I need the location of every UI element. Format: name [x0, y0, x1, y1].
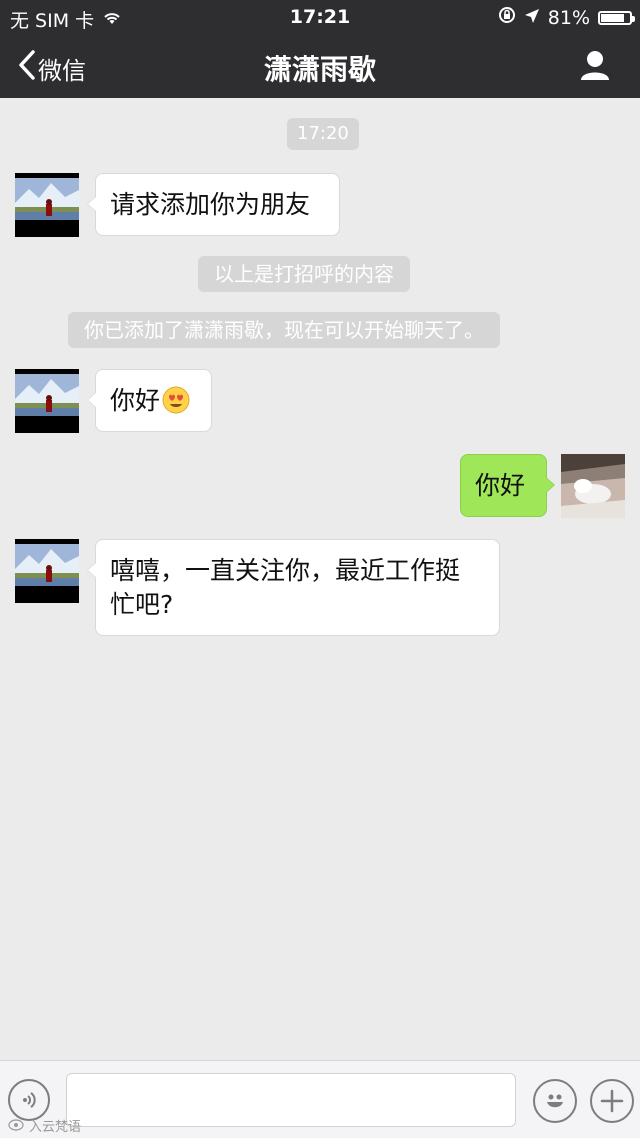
- message-text-line: 忙吧?: [110, 590, 174, 619]
- message-text-line: 嘻嘻，一直关注你，最近工作挺: [110, 556, 461, 585]
- system-message: 以上是打招呼的内容: [198, 256, 410, 292]
- message-text: 你好: [475, 471, 526, 500]
- timestamp: 17:20: [287, 118, 359, 150]
- status-bar: 无 SIM 卡 17:21 81%: [0, 0, 640, 34]
- watermark-text: 入云梵语: [29, 1120, 82, 1135]
- emoji-icon[interactable]: [533, 1079, 577, 1123]
- contact-avatar[interactable]: [15, 369, 79, 433]
- message-text: 请求添加你为朋友: [110, 190, 311, 219]
- voice-icon[interactable]: [8, 1079, 50, 1121]
- watermark: 入云梵语: [8, 1116, 81, 1135]
- user-profile-icon[interactable]: [578, 48, 612, 82]
- system-message: 你已添加了潇潇雨歇，现在可以开始聊天了。: [68, 312, 500, 348]
- my-avatar[interactable]: [561, 454, 625, 518]
- message-bubble-received[interactable]: 嘻嘻，一直关注你，最近工作挺 忙吧?: [87, 539, 500, 636]
- message-text: 你好: [110, 386, 161, 415]
- status-right: 81%: [498, 6, 635, 29]
- smiling-heart-eyes-emoji-icon: [162, 386, 190, 414]
- plus-icon[interactable]: [590, 1079, 634, 1123]
- message-bubble-received[interactable]: 你好: [87, 369, 212, 432]
- location-arrow-icon: [524, 7, 540, 29]
- message-bubble-received[interactable]: 请求添加你为朋友: [87, 173, 340, 236]
- contact-avatar[interactable]: [15, 539, 79, 603]
- orientation-lock-icon: [498, 6, 516, 29]
- message-input[interactable]: [66, 1073, 516, 1127]
- page-title: 潇潇雨歇: [263, 53, 376, 86]
- nav-bar: 微信 潇潇雨歇: [0, 34, 640, 98]
- battery-icon: [598, 10, 635, 25]
- contact-avatar[interactable]: [15, 173, 79, 237]
- battery-text: 81%: [547, 6, 590, 29]
- weibo-logo-icon: [8, 1117, 26, 1135]
- message-bubble-sent[interactable]: 你好: [460, 454, 555, 517]
- battery-fill: [601, 13, 624, 22]
- chat-area[interactable]: 17:20 请求添加你为朋友 以上是打招呼的内容 你已添加了潇潇雨歇，现在可以开…: [0, 98, 640, 1060]
- input-bar: [0, 1060, 640, 1138]
